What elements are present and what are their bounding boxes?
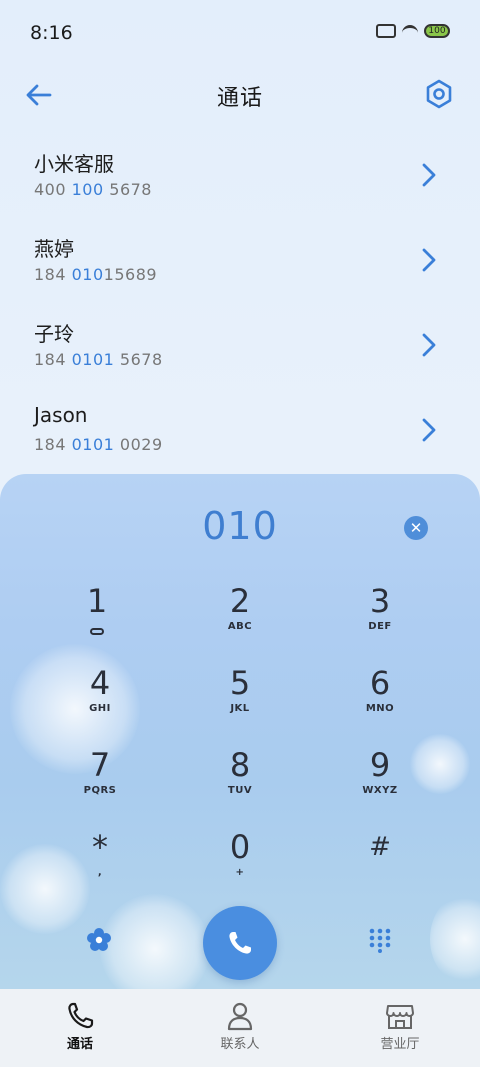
key-5[interactable]: 5 JKL <box>185 664 295 734</box>
contact-number: 184 0101 5678 <box>34 350 163 369</box>
contact-name: 子玲 <box>34 322 74 346</box>
contact-name: 小米客服 <box>34 152 114 176</box>
key-7[interactable]: 7 PQRS <box>45 746 155 816</box>
chevron-right-icon <box>422 333 436 357</box>
flower-icon <box>87 928 111 951</box>
contact-number: 400 100 5678 <box>34 180 152 199</box>
key-2[interactable]: 2 ABC <box>185 582 295 652</box>
tab-calls[interactable]: 通话 <box>0 989 160 1067</box>
contact-item[interactable]: 燕婷 184 01015689 <box>0 219 480 304</box>
tab-contacts[interactable]: 联系人 <box>160 989 320 1067</box>
signal-icon <box>376 24 396 38</box>
voicemail-icon <box>90 628 104 635</box>
status-time: 8:16 <box>30 22 73 44</box>
key-1[interactable]: 1 <box>42 582 152 652</box>
battery-icon: 100 <box>424 24 450 38</box>
top-bar: 通话 <box>0 64 480 124</box>
close-icon: ✕ <box>409 519 423 537</box>
dialpad-panel: 010 ✕ 1 2 ABC 3 DEF 4 GHI 5 JKL 6 MNO 7 <box>0 474 480 989</box>
key-0[interactable]: 0 + <box>185 828 295 898</box>
dandelion-decoration <box>100 894 210 989</box>
status-bar: 8:16 100 <box>0 0 480 64</box>
dialpad-toggle-button[interactable] <box>367 927 393 953</box>
key-8[interactable]: 8 TUV <box>185 746 295 816</box>
clear-button[interactable]: ✕ <box>404 516 428 540</box>
bottom-nav: 通话 联系人 营业厅 <box>0 989 480 1067</box>
key-hash[interactable]: # <box>325 828 435 898</box>
key-6[interactable]: 6 MNO <box>325 664 435 734</box>
tab-store[interactable]: 营业厅 <box>320 989 480 1067</box>
key-star[interactable]: * , <box>45 828 155 898</box>
chevron-right-icon <box>422 163 436 187</box>
chevron-right-icon <box>422 248 436 272</box>
phone-icon <box>68 1002 94 1029</box>
dandelion-decoration <box>430 894 480 984</box>
person-icon <box>227 1002 253 1031</box>
tab-label: 营业厅 <box>380 1037 420 1052</box>
contact-name: Jason <box>34 403 88 427</box>
theme-button[interactable] <box>86 927 112 953</box>
contact-name: 燕婷 <box>34 237 74 261</box>
phone-icon <box>229 932 251 954</box>
contact-item[interactable]: 子玲 184 0101 5678 <box>0 304 480 389</box>
tab-label: 通话 <box>66 1037 93 1052</box>
key-4[interactable]: 4 GHI <box>45 664 155 734</box>
contact-item[interactable]: 小米客服 400 100 5678 <box>0 134 480 219</box>
page-title: 通话 <box>216 86 263 111</box>
key-3[interactable]: 3 DEF <box>325 582 435 652</box>
contact-number: 184 01015689 <box>34 265 158 284</box>
dialpad-grid-icon <box>369 928 391 953</box>
status-icons: 100 <box>376 24 450 38</box>
contact-item[interactable]: Jason 184 0101 0029 <box>0 389 480 474</box>
contact-number: 184 0101 0029 <box>34 435 163 454</box>
chevron-right-icon <box>422 418 436 442</box>
contact-list: 小米客服 400 100 5678 燕婷 184 01015689 子玲 184… <box>0 134 480 474</box>
tab-label: 联系人 <box>220 1037 260 1052</box>
gear-icon <box>426 79 452 109</box>
settings-button[interactable] <box>424 78 454 110</box>
key-9[interactable]: 9 WXYZ <box>325 746 435 816</box>
store-icon <box>386 1005 414 1029</box>
wifi-icon <box>402 25 418 37</box>
call-button[interactable] <box>203 906 277 980</box>
